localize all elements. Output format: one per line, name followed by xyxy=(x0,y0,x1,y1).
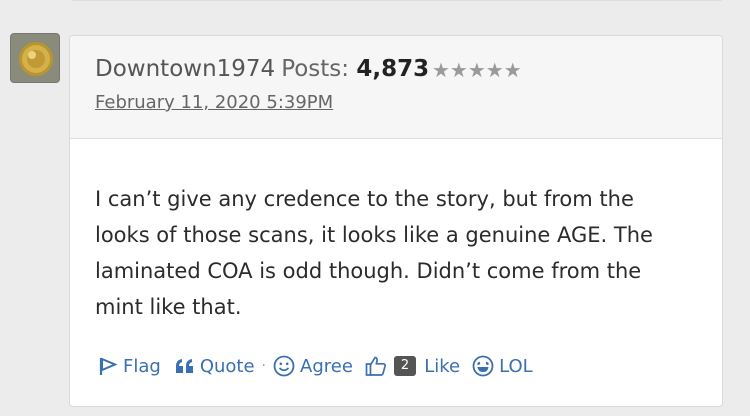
lol-button[interactable]: LOL xyxy=(472,355,533,377)
author-line: Downtown1974 Posts: 4,873 xyxy=(95,56,429,82)
flag-icon xyxy=(99,357,118,375)
smiley-icon xyxy=(273,355,295,377)
reaction-bar: Flag Quote · Agree 2 Like LOL xyxy=(98,349,533,383)
separator-dot: · xyxy=(261,358,266,374)
posts-count: 4,873 xyxy=(356,56,430,82)
posts-label: Posts: xyxy=(281,56,350,82)
gold-coin-avatar-image xyxy=(11,34,59,82)
comment-card: Downtown1974 Posts: 4,873 ★★★★★ February … xyxy=(69,35,723,407)
rating-stars-icon: ★★★★★ xyxy=(432,58,522,82)
quote-button[interactable]: Quote xyxy=(175,356,255,377)
post-date-link[interactable]: February 11, 2020 5:39PM xyxy=(95,92,333,113)
flag-button[interactable]: Flag xyxy=(98,356,161,377)
like-label: Like xyxy=(424,355,461,377)
like-count-badge: 2 xyxy=(393,356,417,376)
like-button[interactable]: 2 Like xyxy=(365,355,460,377)
agree-label: Agree xyxy=(300,355,353,377)
author-name[interactable]: Downtown1974 xyxy=(95,56,275,82)
agree-button[interactable]: Agree xyxy=(273,355,353,377)
lol-label: LOL xyxy=(499,355,533,377)
previous-post-card-edge xyxy=(70,0,724,1)
quote-label: Quote xyxy=(199,355,255,377)
thumbs-up-icon xyxy=(365,356,386,376)
flag-label: Flag xyxy=(123,355,161,377)
comment-header: Downtown1974 Posts: 4,873 ★★★★★ February … xyxy=(70,36,722,139)
comment-body: I can’t give any credence to the story, … xyxy=(95,187,653,319)
quote-icon xyxy=(175,359,193,373)
avatar[interactable] xyxy=(10,33,60,83)
laughing-face-icon xyxy=(472,355,494,377)
